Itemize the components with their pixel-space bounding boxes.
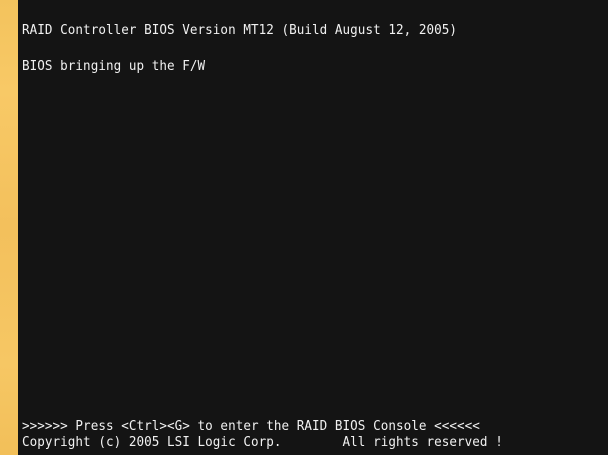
raid-bios-console-screen: RAID Controller BIOS Version MT12 (Build…	[18, 0, 608, 455]
firmware-status-message: BIOS bringing up the F/W	[22, 57, 206, 74]
bios-version-title: RAID Controller BIOS Version MT12 (Build…	[22, 21, 458, 38]
copyright-notice: Copyright (c) 2005 LSI Logic Corp. All r…	[22, 433, 503, 450]
left-accent-strip	[0, 0, 18, 455]
console-entry-prompt: >>>>>> Press <Ctrl><G> to enter the RAID…	[22, 417, 480, 434]
bios-boot-page: RAID Controller BIOS Version MT12 (Build…	[0, 0, 610, 455]
